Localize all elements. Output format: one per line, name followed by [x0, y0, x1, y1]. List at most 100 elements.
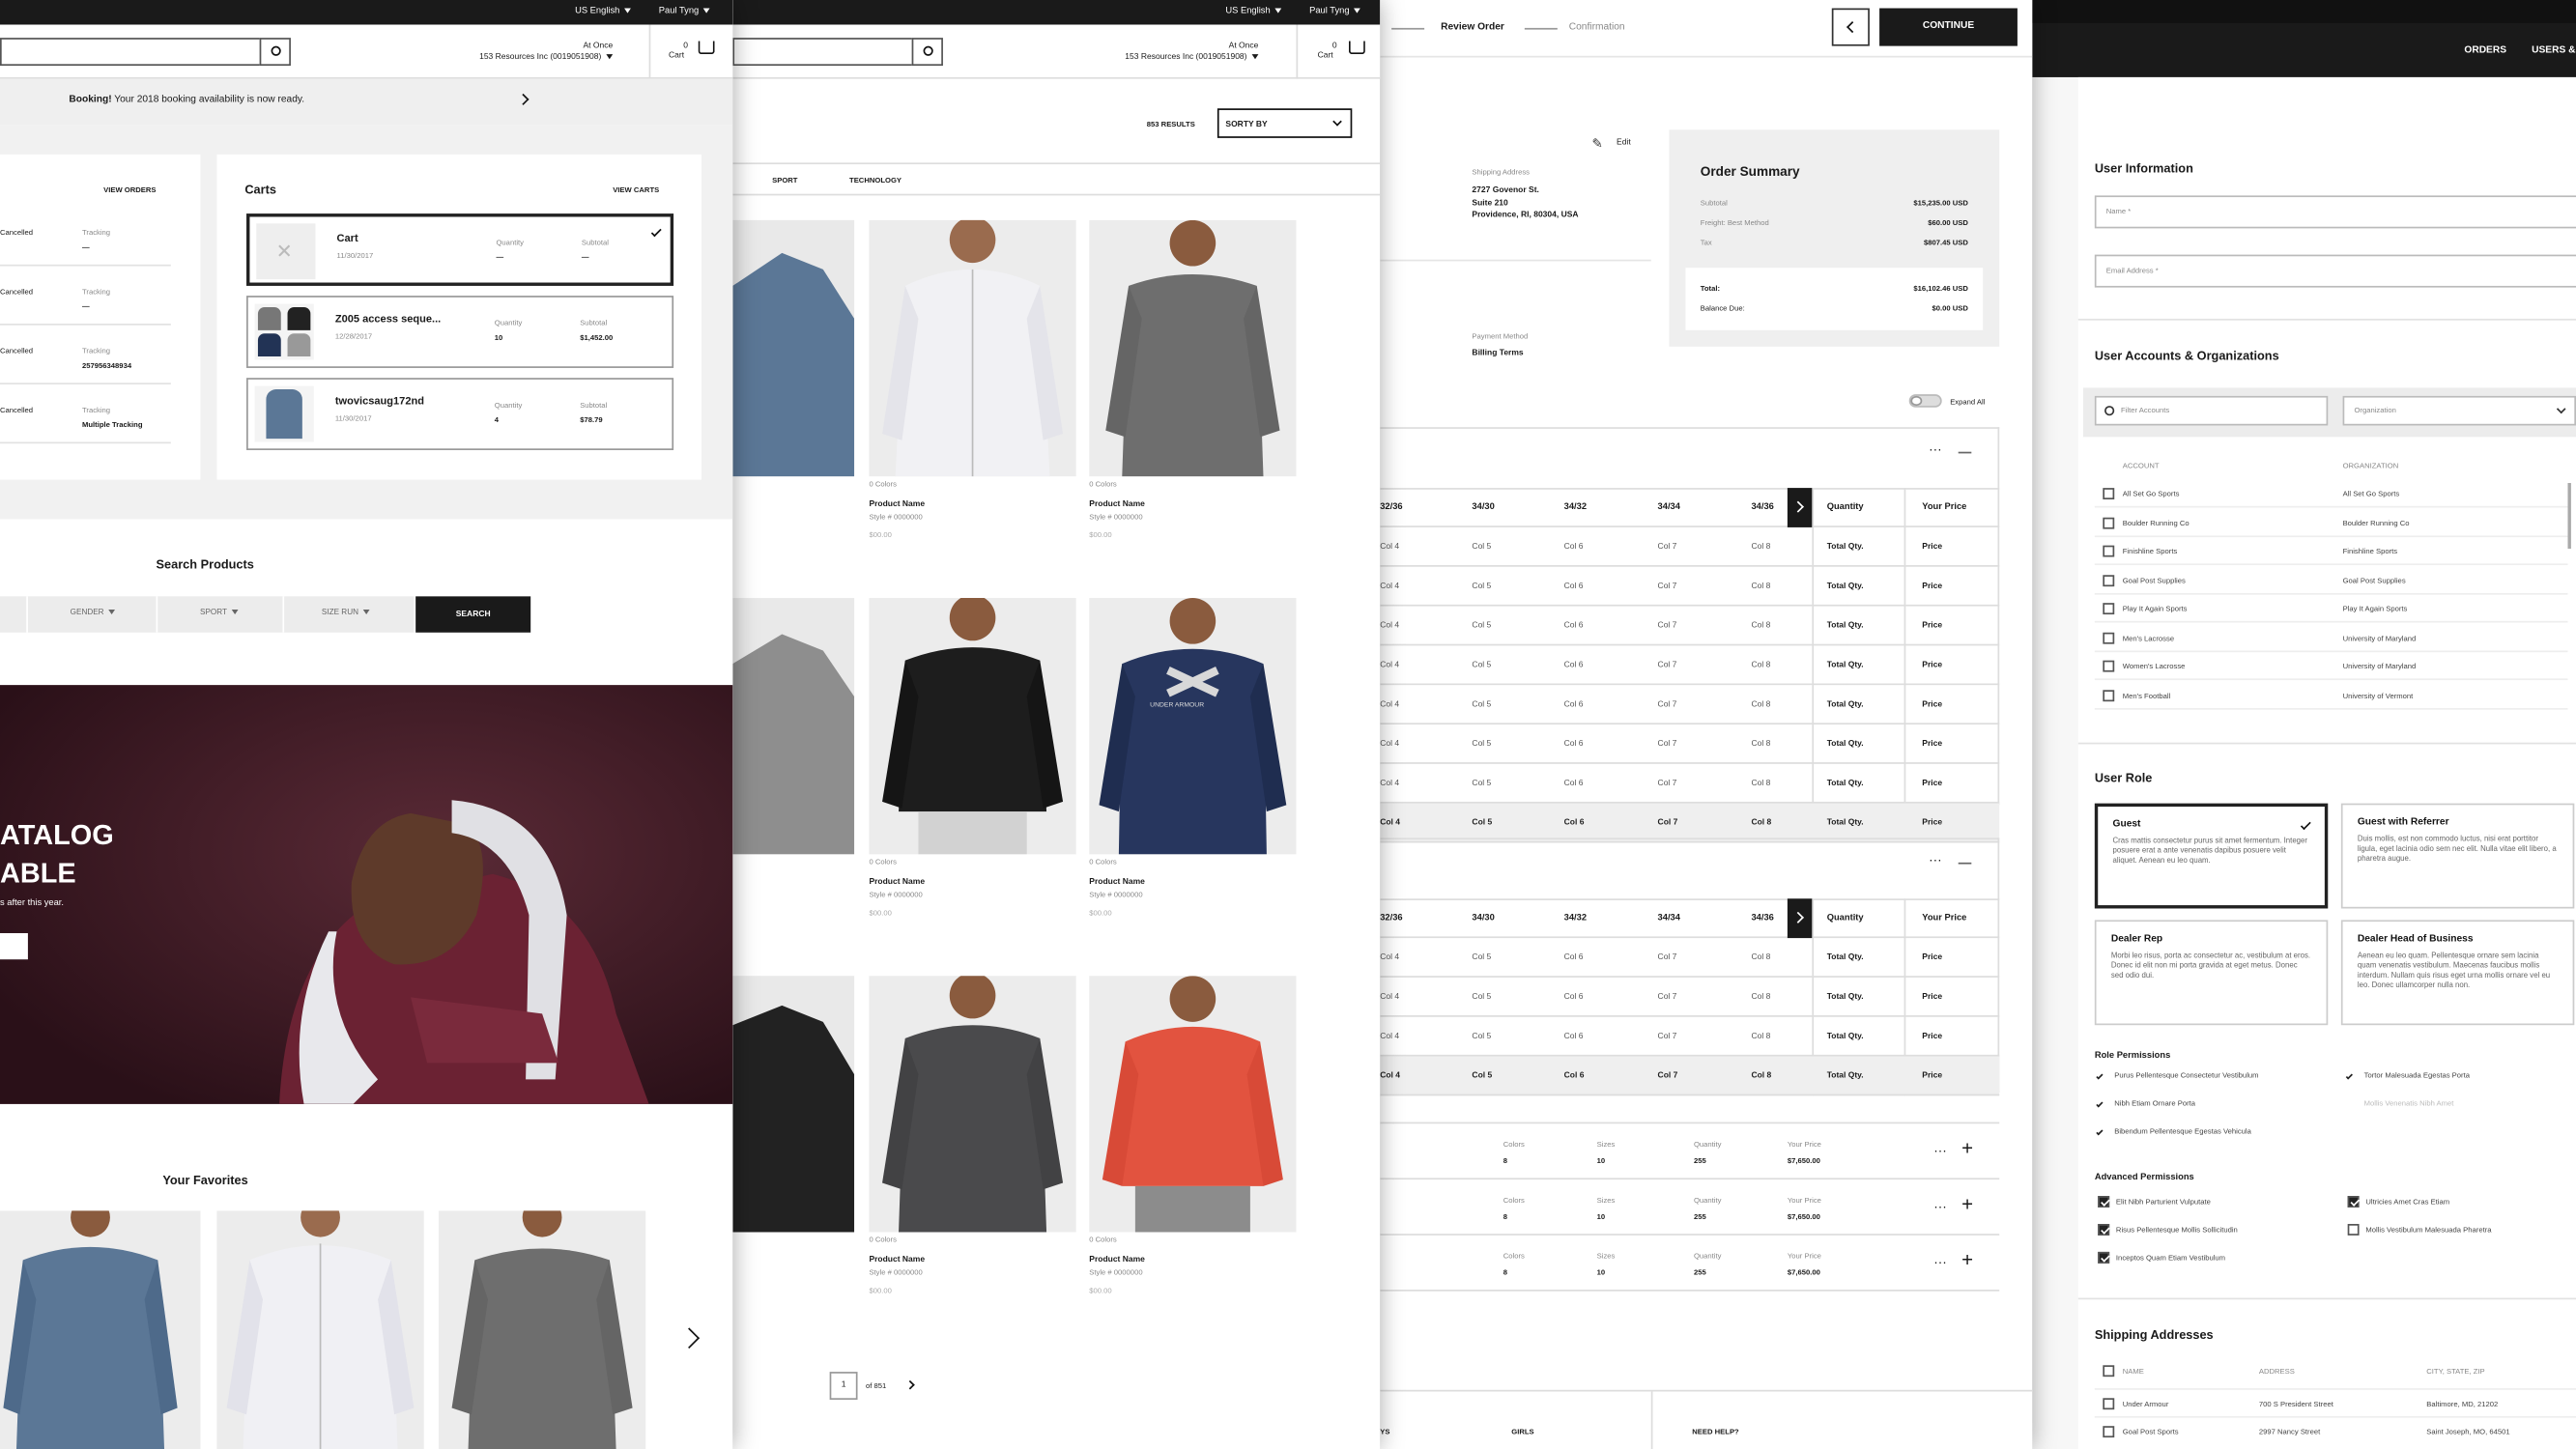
cart-icon[interactable]: [698, 41, 715, 55]
product-image-left-3[interactable]: [732, 976, 855, 1233]
hero-banner[interactable]: ATALOG ABLE s after this year.: [0, 685, 733, 1104]
grid-cell[interactable]: Col 8: [1751, 739, 1770, 749]
grid-cell[interactable]: Col 6: [1564, 818, 1585, 828]
grid-cell[interactable]: Col 7: [1658, 542, 1677, 552]
product-name[interactable]: Product Name: [869, 877, 925, 887]
grid-cell[interactable]: Col 5: [1472, 621, 1491, 631]
cart-button[interactable]: 0 Cart: [1318, 42, 1337, 61]
grid-cell[interactable]: Col 5: [1472, 818, 1492, 828]
edit-link[interactable]: Edit: [1617, 138, 1631, 148]
grid-cell[interactable]: Col 7: [1658, 952, 1677, 962]
grid-cell[interactable]: Col 7: [1658, 661, 1677, 670]
grid-cell[interactable]: Col 4: [1380, 582, 1399, 591]
account-selector[interactable]: At Once 153 Resources Inc (0019051908): [444, 42, 614, 65]
grid-cell[interactable]: Col 4: [1380, 1032, 1399, 1041]
grid-cell[interactable]: Col 8: [1751, 582, 1770, 591]
grid-cell[interactable]: Col 8: [1751, 779, 1770, 788]
grid-cell[interactable]: Col 5: [1472, 739, 1491, 749]
search-products-button[interactable]: SEARCH: [415, 596, 531, 633]
checkbox[interactable]: [2103, 603, 2115, 615]
grid-cell[interactable]: Col 5: [1472, 1071, 1492, 1081]
favorite-item-1[interactable]: [0, 1197, 201, 1449]
role-card-guest[interactable]: Guest Cras mattis consectetur purus sit …: [2094, 803, 2329, 909]
page-input[interactable]: 1: [829, 1372, 858, 1400]
grid-cell[interactable]: Col 5: [1472, 542, 1491, 552]
grid-cell[interactable]: Col 4: [1380, 699, 1399, 709]
grid-cell[interactable]: Col 7: [1658, 992, 1677, 1002]
grid-cell[interactable]: Col 6: [1564, 621, 1584, 631]
footer-ys[interactable]: YS: [1380, 1428, 1389, 1436]
product-name[interactable]: Product Name: [1089, 877, 1145, 887]
language-select[interactable]: US English: [1225, 7, 1282, 16]
grid-cell[interactable]: Col 8: [1751, 992, 1770, 1002]
checkbox[interactable]: [2103, 1398, 2115, 1410]
more-icon[interactable]: ···: [1933, 1199, 1947, 1213]
checkbox[interactable]: [2103, 574, 2115, 586]
user-menu[interactable]: Paul Tyng: [1309, 7, 1361, 16]
product-image-6[interactable]: [1089, 976, 1297, 1233]
product-image-4[interactable]: UNDER ARMOUR: [1089, 598, 1297, 855]
product-name[interactable]: Product Name: [869, 499, 925, 509]
grid-cell[interactable]: Col 6: [1564, 1071, 1585, 1081]
cart-icon[interactable]: [1348, 41, 1365, 55]
continue-button[interactable]: CONTINUE: [1879, 8, 2018, 46]
grid-cell[interactable]: Col 8: [1751, 1032, 1770, 1041]
grid-cell[interactable]: Col 8: [1751, 542, 1770, 552]
checkbox[interactable]: [2103, 660, 2115, 672]
more-icon[interactable]: ···: [1933, 1144, 1947, 1158]
favorite-item-3[interactable]: [438, 1197, 646, 1449]
collapse-icon[interactable]: [1958, 451, 1972, 454]
grid-cell[interactable]: Col 7: [1658, 1071, 1678, 1081]
product-image-3[interactable]: [869, 594, 1076, 855]
checkbox[interactable]: [2103, 689, 2115, 701]
grid-next-button[interactable]: [1787, 898, 1813, 939]
more-icon[interactable]: ···: [1933, 1255, 1947, 1269]
hero-cta-button[interactable]: [0, 932, 28, 960]
account-row[interactable]: Boulder Running Co Boulder Running Co: [2094, 508, 2568, 537]
grid-cell[interactable]: Col 7: [1658, 818, 1678, 828]
expand-toggle[interactable]: [1908, 394, 1942, 408]
grid-cell[interactable]: Col 7: [1658, 621, 1677, 631]
cart-row[interactable]: ✕ Cart 11/30/2017 Quantity — Subtotal —: [246, 213, 674, 286]
user-menu[interactable]: Paul Tyng: [659, 7, 711, 16]
grid-cell[interactable]: Col 5: [1472, 992, 1491, 1002]
name-field[interactable]: Name *: [2094, 195, 2576, 229]
grid-cell[interactable]: Col 8: [1751, 818, 1771, 828]
grid-cell[interactable]: Col 5: [1472, 661, 1491, 670]
account-row[interactable]: Women's Lacrosse University of Maryland: [2094, 652, 2568, 681]
product-name[interactable]: Product Name: [869, 1255, 925, 1264]
search-input[interactable]: [0, 38, 262, 67]
view-orders-link[interactable]: VIEW ORDERS: [103, 185, 156, 194]
grid-cell[interactable]: Col 7: [1658, 1032, 1677, 1041]
account-row[interactable]: Play It Again Sports Play It Again Sports: [2094, 595, 2568, 623]
add-icon[interactable]: +: [1961, 1193, 1973, 1216]
collapse-icon[interactable]: [1958, 862, 1972, 865]
booking-banner[interactable]: Booking! Your 2018 booking availability …: [0, 78, 733, 126]
grid-cell[interactable]: Col 7: [1658, 582, 1677, 591]
grid-cell[interactable]: Col 6: [1564, 952, 1584, 962]
grid-cell[interactable]: Col 4: [1380, 542, 1399, 552]
checkbox[interactable]: [2098, 1224, 2110, 1236]
grid-cell[interactable]: Col 4: [1380, 779, 1399, 788]
shipping-row[interactable]: Goal Post Sports 2997 Nancy Street Saint J…: [2094, 1415, 2576, 1444]
sort-select[interactable]: SORTY BY: [1216, 108, 1353, 138]
grid-cell[interactable]: Col 7: [1658, 739, 1677, 749]
product-image-1[interactable]: [869, 216, 1076, 477]
checkbox[interactable]: [2103, 488, 2115, 500]
expand-all-label[interactable]: Expand All: [1950, 398, 1985, 407]
product-image-left-2[interactable]: [732, 598, 855, 855]
checkbox[interactable]: [2347, 1224, 2360, 1236]
checkbox[interactable]: [2098, 1251, 2110, 1264]
product-name[interactable]: Product Name: [1089, 499, 1145, 509]
nav-users[interactable]: USERS &: [2532, 46, 2575, 56]
grid-cell[interactable]: Col 6: [1564, 661, 1584, 670]
grid-cell[interactable]: Col 7: [1658, 779, 1677, 788]
account-row[interactable]: Men's Lacrosse University of Maryland: [2094, 623, 2568, 652]
checkbox[interactable]: [2347, 1196, 2360, 1208]
grid-cell[interactable]: Col 6: [1564, 1032, 1584, 1041]
back-button[interactable]: [1831, 8, 1870, 46]
favorites-next-icon[interactable]: [678, 1327, 701, 1350]
grid-cell[interactable]: Col 4: [1380, 661, 1399, 670]
checkbox[interactable]: [2103, 1426, 2115, 1438]
grid-cell[interactable]: Col 6: [1564, 779, 1584, 788]
